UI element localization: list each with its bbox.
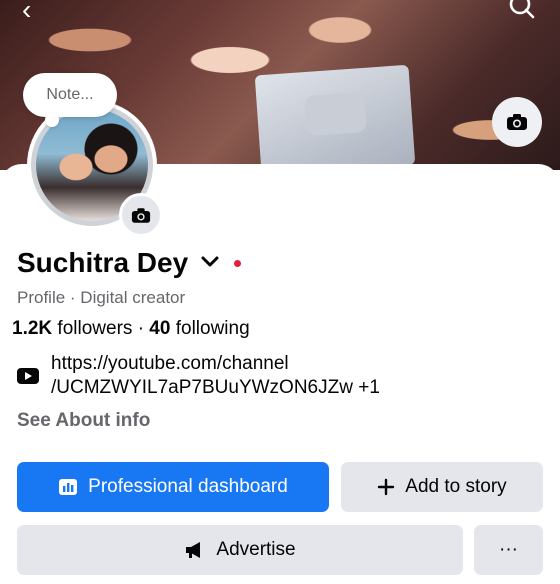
profile-name: Suchitra Dey <box>17 247 189 278</box>
cover-camera-button[interactable] <box>492 97 542 147</box>
following-label[interactable]: following <box>176 318 250 339</box>
advertise-button[interactable]: Advertise <box>17 525 463 575</box>
see-about-info-link[interactable]: See About info <box>17 410 150 432</box>
link-line-2[interactable]: /UCMZWYIL7aP7BUuYWzON6JZw <box>51 377 353 398</box>
followers-label[interactable]: followers <box>57 318 132 339</box>
megaphone-icon <box>184 541 206 559</box>
more-options-button[interactable]: ··· <box>474 525 543 575</box>
profile-subtitle: Profile · Digital creator <box>17 288 186 307</box>
chevron-left-icon[interactable]: ‹ <box>22 0 31 24</box>
following-count[interactable]: 40 <box>149 318 170 339</box>
follow-counts: 1.2K followers · 40 following <box>12 318 250 340</box>
avatar-camera-button[interactable] <box>119 193 163 237</box>
professional-dashboard-button[interactable]: Professional dashboard <box>17 462 329 512</box>
note-placeholder: Note... <box>46 86 94 103</box>
profile-name-row[interactable]: Suchitra Dey <box>17 247 242 279</box>
youtube-icon <box>17 368 39 384</box>
camera-icon <box>507 114 527 130</box>
advertise-label: Advertise <box>216 539 296 560</box>
more-icon: ··· <box>499 539 518 560</box>
link-line-1[interactable]: https://youtube.com/channel <box>51 352 380 376</box>
add-to-story-label: Add to story <box>405 476 507 497</box>
youtube-link[interactable]: https://youtube.com/channel /UCMZWYIL7aP… <box>17 352 380 400</box>
plus-icon <box>377 478 395 496</box>
professional-dashboard-label: Professional dashboard <box>88 476 288 497</box>
note-bubble[interactable]: Note... <box>23 73 117 127</box>
link-more[interactable]: +1 <box>358 377 380 398</box>
award-plaque <box>254 64 416 170</box>
chevron-down-icon[interactable] <box>200 252 220 275</box>
status-dot <box>234 259 242 267</box>
add-to-story-button[interactable]: Add to story <box>341 462 543 512</box>
counts-separator: · <box>137 318 145 339</box>
search-icon[interactable] <box>508 0 536 23</box>
dashboard-icon <box>58 478 78 496</box>
camera-icon <box>131 207 151 223</box>
followers-count[interactable]: 1.2K <box>12 318 52 339</box>
